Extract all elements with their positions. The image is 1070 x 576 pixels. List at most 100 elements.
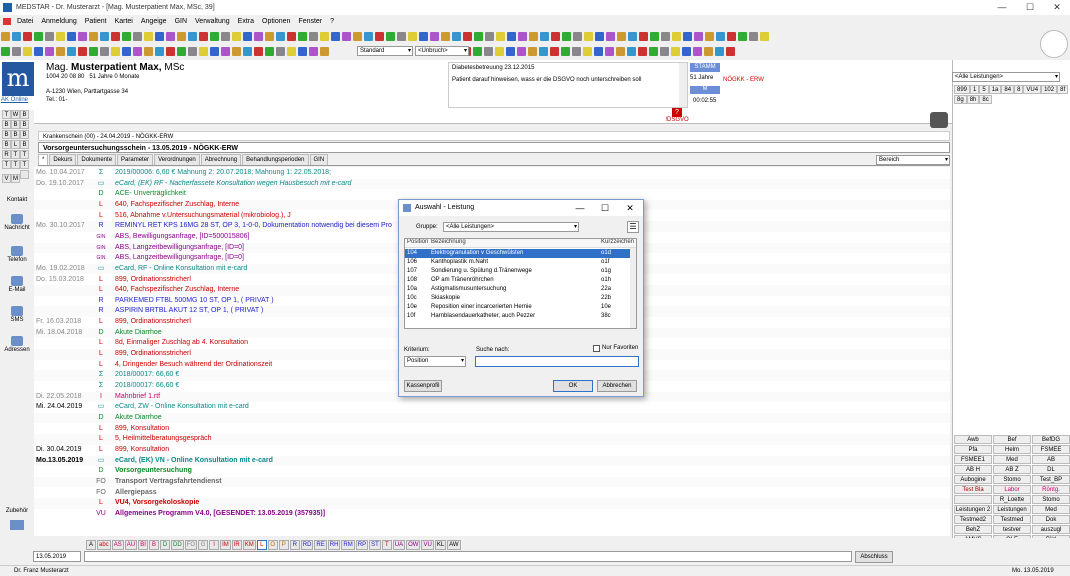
shortcut-button[interactable]: Test_BP	[1032, 475, 1070, 484]
col-kurzzeichen[interactable]: Kurzzeichen	[601, 239, 634, 245]
toolbar-tool-icon[interactable]	[34, 31, 43, 41]
toolbar-tool-icon[interactable]	[375, 31, 384, 41]
shortcut-button[interactable]: BehZ	[954, 525, 992, 534]
toolbar-tool-icon[interactable]	[309, 31, 318, 41]
toolbar-tool-icon[interactable]	[540, 31, 549, 41]
notes-scrollbar[interactable]	[679, 63, 687, 107]
toolbar-tool-icon[interactable]	[683, 31, 692, 41]
left-nav-nachricht[interactable]: Nachricht	[0, 214, 34, 231]
suche-input[interactable]	[475, 356, 639, 367]
journal-row[interactable]: L 5, Heilmittelberatungsgespräch	[34, 434, 950, 445]
toolbar-tool-icon[interactable]	[210, 31, 219, 41]
entry-type-abc[interactable]: abc	[97, 540, 111, 550]
tab-star[interactable]: *	[38, 154, 49, 165]
toolbar-tool-icon[interactable]	[408, 31, 417, 41]
toolbar-tool-icon[interactable]	[309, 46, 318, 56]
toolbar-tool-icon[interactable]	[144, 46, 153, 56]
toolbar-tool-icon[interactable]	[89, 46, 98, 56]
toolbar-tool-icon[interactable]	[221, 46, 230, 56]
printer-icon[interactable]	[930, 112, 948, 128]
dialog-minimize-button[interactable]: —	[569, 200, 591, 216]
menu-kartei[interactable]: Kartei	[111, 18, 137, 25]
toolbar-tool-icon[interactable]	[584, 31, 593, 41]
nur-favoriten-checkbox[interactable]	[593, 345, 600, 352]
ak-online-link[interactable]: AK Online	[1, 97, 28, 103]
toolbar-tool-icon[interactable]	[594, 46, 603, 56]
toolbar-tool-icon[interactable]	[122, 46, 131, 56]
toolbar-tool-icon[interactable]	[616, 46, 625, 56]
entry-type-i[interactable]: I	[209, 540, 220, 550]
toolbar-tool-icon[interactable]	[133, 31, 142, 41]
recent-leistung-button[interactable]: 8g	[954, 95, 967, 104]
tab-verordnungen[interactable]: Verordnungen	[154, 154, 200, 165]
shortcut-button[interactable]: Med	[1032, 505, 1070, 514]
leistung-row[interactable]: 104 Elektrogranulation v Geschwülsten o1d	[405, 249, 632, 258]
toolbar-tool-icon[interactable]	[320, 46, 329, 56]
toolbar-tool-icon[interactable]	[1, 46, 10, 56]
tab-parameter[interactable]: Parameter	[117, 154, 154, 165]
toolbar-tool-icon[interactable]	[188, 31, 197, 41]
recent-leistung-button[interactable]: 8c	[979, 95, 992, 104]
toolbar-tool-icon[interactable]	[243, 31, 252, 41]
close-button[interactable]: ✕	[1043, 0, 1070, 15]
shortcut-button[interactable]: Med	[993, 455, 1031, 464]
toolbar-tool-icon[interactable]	[111, 31, 120, 41]
toolbar-tool-icon[interactable]	[441, 31, 450, 41]
entry-type-km[interactable]: KM	[242, 540, 256, 550]
toolbar-tool-icon[interactable]	[320, 31, 329, 41]
leistung-row[interactable]: 10c Skiaskopie 22b	[405, 294, 632, 303]
toolbar-tool-icon[interactable]	[638, 46, 647, 56]
entry-type-st[interactable]: ST	[369, 540, 381, 550]
entry-type-rp[interactable]: RP	[355, 540, 369, 550]
left-grid-cell[interactable]: B	[20, 140, 29, 149]
shortcut-button[interactable]: FSMEE	[1032, 445, 1070, 454]
shortcut-button[interactable]: Leistungen	[993, 505, 1031, 514]
entry-type-fo[interactable]: FO	[184, 540, 198, 550]
toolbar-tool-icon[interactable]	[605, 46, 614, 56]
left-grid-cell[interactable]: T	[11, 160, 20, 169]
toolbar-tool-icon[interactable]	[452, 31, 461, 41]
entry-type-re[interactable]: RE	[314, 540, 327, 550]
menu-help[interactable]: ?	[326, 18, 338, 25]
toolbar-tool-icon[interactable]	[199, 31, 208, 41]
toolbar-tool-icon[interactable]	[45, 46, 54, 56]
toolbar-tool-icon[interactable]	[23, 31, 32, 41]
recent-leistung-button[interactable]: 8	[1014, 85, 1024, 94]
entry-type-rh[interactable]: RH	[327, 540, 341, 550]
toolbar-tool-icon[interactable]	[430, 31, 439, 41]
toolbar-tool-icon[interactable]	[738, 31, 747, 41]
toolbar-tool-icon[interactable]	[298, 46, 307, 56]
toolbar-tool-icon[interactable]	[672, 31, 681, 41]
toolbar-tool-icon[interactable]	[78, 46, 87, 56]
entry-type-ua[interactable]: UA	[392, 540, 406, 550]
shortcut-button[interactable]: DL	[1032, 465, 1070, 474]
leistung-row[interactable]: 10a Astigmatismusuntersuchung 22a	[405, 285, 632, 294]
toolbar-tool-icon[interactable]	[221, 31, 230, 41]
toolbar-tool-icon[interactable]	[353, 31, 362, 41]
shortcut-button[interactable]: Bef	[993, 435, 1031, 444]
toolbar-tool-icon[interactable]	[760, 31, 769, 41]
journal-row[interactable]: Do. 19.10.2017 ▭ eCard, (EK) RF - Nacherfa…	[34, 178, 950, 190]
left-grid-cell[interactable]: B	[2, 140, 11, 149]
toolbar-tool-icon[interactable]	[628, 31, 637, 41]
toolbar-tool-icon[interactable]	[331, 31, 340, 41]
toolbar-tool-icon[interactable]	[705, 31, 714, 41]
toolbar-tool-icon[interactable]	[386, 31, 395, 41]
toolbar-tool-icon[interactable]	[595, 31, 604, 41]
toolbar-tool-icon[interactable]	[627, 46, 636, 56]
shortcut-button[interactable]: BefDG	[1032, 435, 1070, 444]
journal-row[interactable]: D Vorsorgeuntersuchung	[34, 466, 950, 477]
zubehor-label[interactable]: Zubehör	[0, 508, 34, 514]
toolbar-tool-icon[interactable]	[507, 31, 516, 41]
toolbar-tool-icon[interactable]	[671, 46, 680, 56]
entry-type-p[interactable]: P	[278, 540, 289, 550]
recent-leistung-button[interactable]: VU4	[1023, 85, 1042, 94]
toolbar-tool-icon[interactable]	[583, 46, 592, 56]
toolbar-tool-icon[interactable]	[517, 46, 526, 56]
left-grid-cell[interactable]: T	[20, 150, 29, 159]
entry-type-l[interactable]: L	[256, 540, 267, 550]
toolbar-tool-icon[interactable]	[660, 46, 669, 56]
menu-datei[interactable]: Datei	[13, 18, 37, 25]
toolbar-tool-icon[interactable]	[34, 46, 43, 56]
toolbar-tool-icon[interactable]	[661, 31, 670, 41]
